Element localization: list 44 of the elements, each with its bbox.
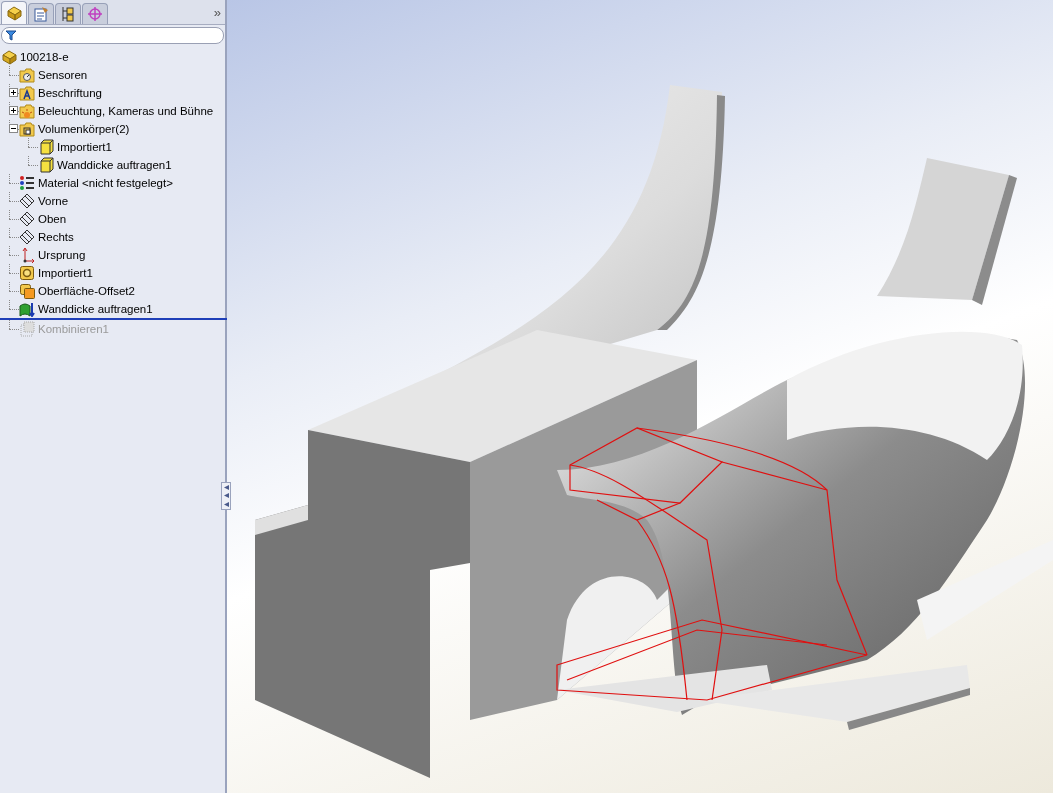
combine-icon: [19, 321, 35, 337]
tree-item-label[interactable]: 100218-e: [20, 51, 69, 63]
hierarchy-icon: [60, 6, 76, 22]
crosshair-icon: [87, 6, 103, 22]
expand-icon[interactable]: [9, 106, 18, 115]
part-icon: [6, 5, 22, 21]
tree-item-label[interactable]: Ursprung: [38, 249, 86, 261]
solid-folder-icon: [19, 121, 35, 137]
property-tab[interactable]: [28, 3, 54, 24]
thicken-icon: [19, 301, 35, 317]
plane-icon: [19, 211, 35, 227]
tree-item-label[interactable]: Sensoren: [38, 69, 88, 81]
tree-item-label[interactable]: Vorne: [38, 195, 69, 207]
filter-field[interactable]: [1, 27, 224, 44]
offset-surface-icon: [19, 283, 35, 299]
tree-item-label[interactable]: Wanddicke auftragen1: [57, 159, 172, 171]
feature-tree-tab[interactable]: [1, 1, 27, 24]
tree-item-label[interactable]: Volumenkörper(2): [38, 123, 130, 135]
tree-item-label[interactable]: Material <nicht festgelegt>: [38, 177, 173, 189]
sensor-folder-icon: [19, 67, 35, 83]
dimxpert-tab[interactable]: [82, 3, 108, 24]
tree-item-label[interactable]: Oben: [38, 213, 67, 225]
expand-icon[interactable]: [9, 88, 18, 97]
cube-icon: [38, 139, 54, 155]
cube-icon: [38, 157, 54, 173]
material-icon: [19, 175, 35, 191]
plane-icon: [19, 229, 35, 245]
plane-icon: [19, 193, 35, 209]
imported-feature-icon: [19, 265, 35, 281]
tree-item-label[interactable]: Importiert1: [57, 141, 112, 153]
tree-item-label[interactable]: Wanddicke auftragen1: [38, 303, 153, 315]
annotation-folder-icon: [19, 85, 35, 101]
tree-item-label[interactable]: Importiert1: [38, 267, 93, 279]
lights-folder-icon: [19, 103, 35, 119]
tree-item-label[interactable]: Beschriftung: [38, 87, 102, 99]
more-tabs-button[interactable]: »: [213, 5, 221, 24]
document-icon: [33, 6, 49, 22]
collapse-icon[interactable]: [9, 124, 18, 133]
tree-item-label[interactable]: Beleuchtung, Kameras und Bühne: [38, 105, 214, 117]
filter-icon: [6, 30, 16, 41]
configuration-tab[interactable]: [55, 3, 81, 24]
tree-item-label[interactable]: Oberfläche-Offset2: [38, 285, 135, 297]
tree-item-label[interactable]: Rechts: [38, 231, 74, 243]
part-icon: [1, 49, 17, 65]
